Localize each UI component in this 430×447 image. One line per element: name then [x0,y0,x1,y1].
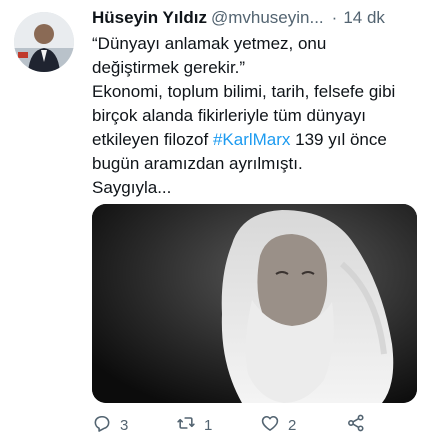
tweet-text-line: etkileyen filozof #KarlMarx 139 yıl önce [92,128,422,152]
text-segment: 139 yıl önce [290,130,387,149]
share-button[interactable] [346,413,366,437]
tweet-text-line: Ekonomi, toplum bilimi, tarih, felsefe g… [92,82,396,101]
author-name[interactable]: Hüseyin Yıldız [92,8,207,28]
tweet-text-line: bugün aramızdan ayrılmıştı. [92,154,303,173]
retweet-button[interactable]: 1 [176,413,212,437]
tweet-actions: 3 1 2 [92,412,392,438]
tweet-timestamp[interactable]: 14 dk [343,8,385,28]
tweet-header: Hüseyin Yıldız @mvhuseyin... · 14 dk [92,6,422,30]
hashtag-link[interactable]: #KarlMarx [213,130,290,149]
reply-icon [92,413,112,437]
reply-button[interactable]: 3 [92,413,128,437]
like-icon [260,413,280,437]
retweet-icon [176,413,196,437]
retweet-count: 1 [204,416,213,434]
share-icon [346,413,366,437]
reply-count: 3 [120,416,129,434]
author-handle[interactable]: @mvhuseyin... [211,8,324,28]
tweet-text-line: değiştirmek gerekir.” [92,58,246,77]
text-segment: etkileyen filozof [92,130,213,149]
tweet-text: “Dünyayı anlamak yetmez, onu değiştirmek… [92,32,422,200]
separator-dot: · [331,8,338,27]
like-count: 2 [288,416,297,434]
tweet-text-line: Saygıyla... [92,178,172,197]
tweet-photo[interactable] [92,204,417,403]
tweet-text-line: “Dünyayı anlamak yetmez, onu [92,34,327,53]
avatar[interactable] [14,12,74,72]
tweet-text-line: birçok alanda fikirleriyle tüm dünyayı [92,106,367,125]
like-button[interactable]: 2 [260,413,296,437]
